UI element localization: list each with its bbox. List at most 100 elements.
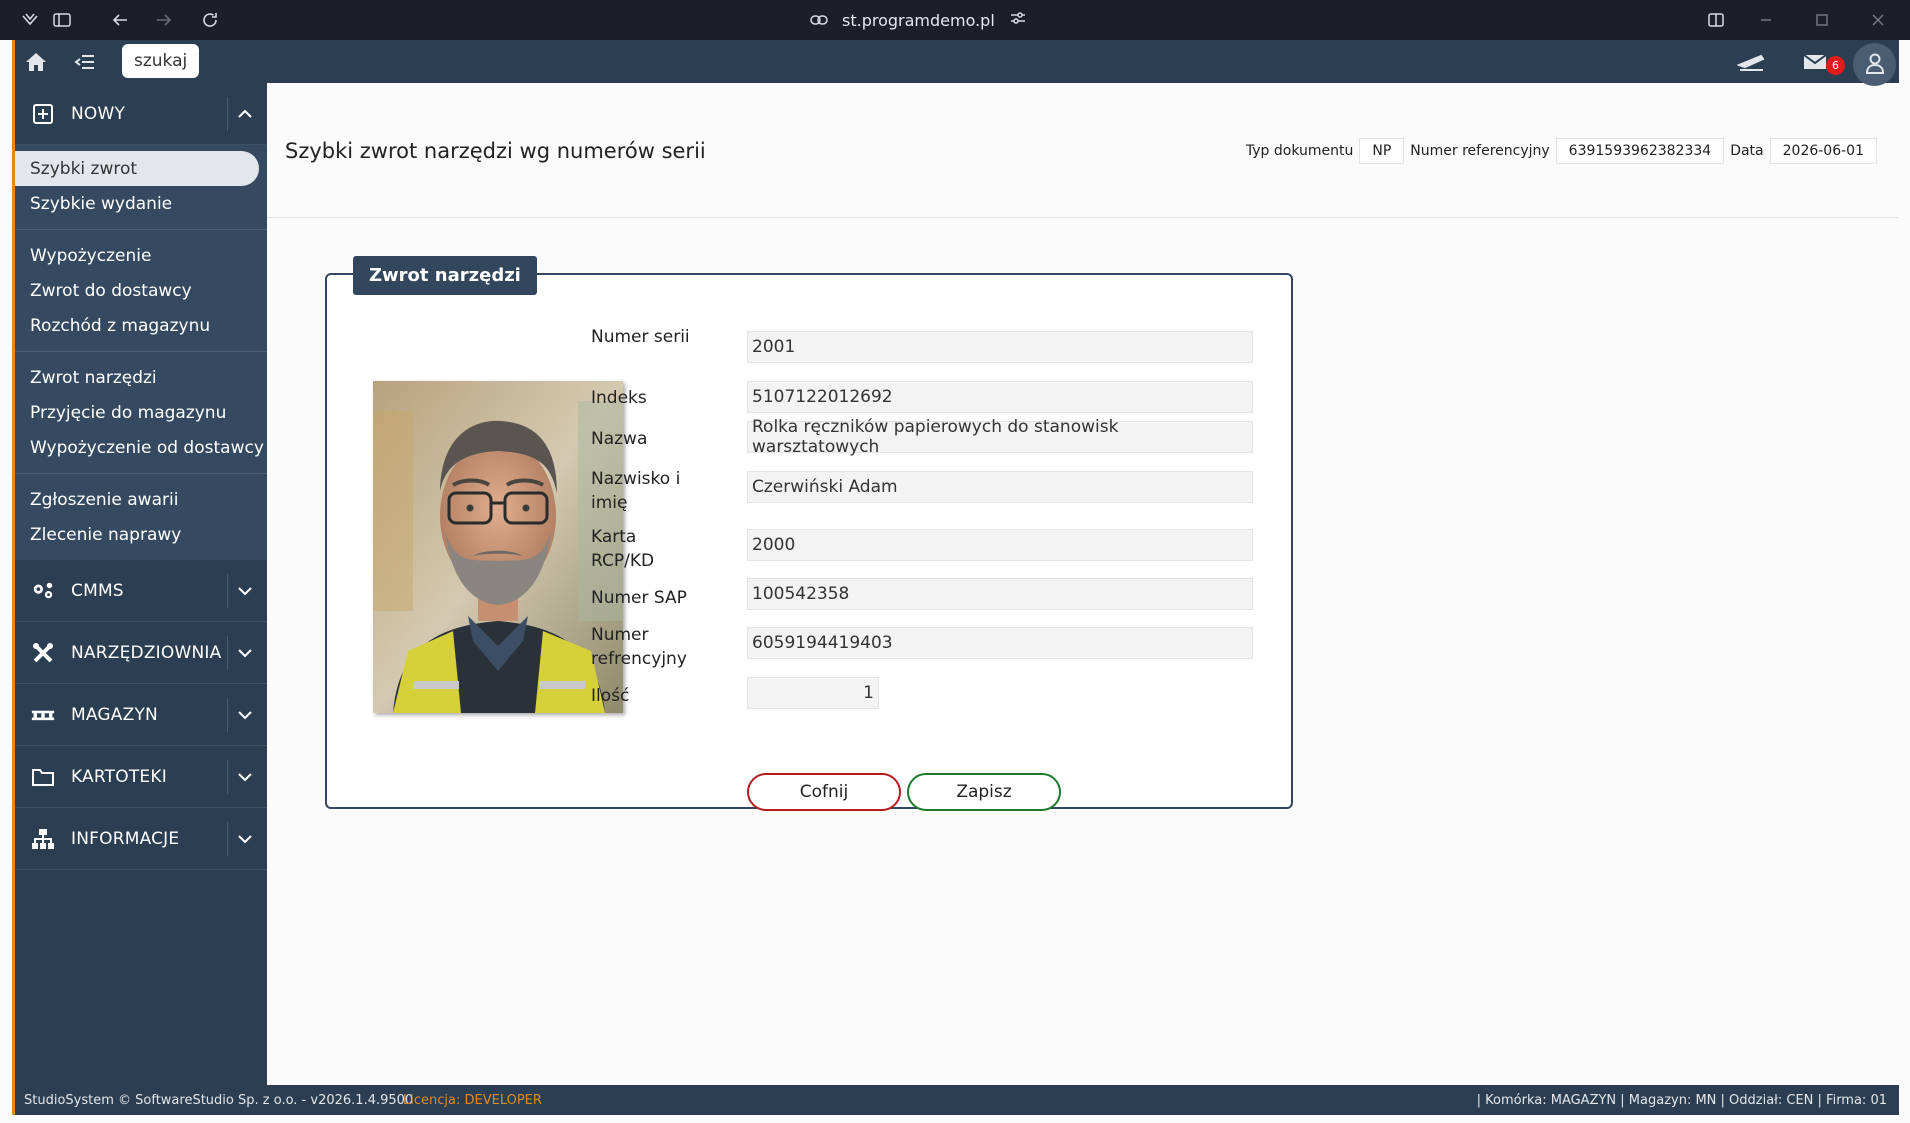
- gears-icon: [31, 579, 55, 603]
- ref-number-label: Numer referencyjny: [1410, 143, 1550, 159]
- serial-number-label: Numer serii: [591, 327, 690, 347]
- pallet-icon: [31, 703, 55, 727]
- sidebar-item-zgloszenie-awarii[interactable]: Zgłoszenie awarii: [15, 482, 267, 517]
- sidebar-section-label: MAGAZYN: [71, 704, 158, 725]
- browser-titlebar: st.programdemo.pl: [0, 0, 1910, 40]
- plane-icon[interactable]: [1737, 48, 1765, 76]
- index-label: Indeks: [591, 388, 647, 408]
- minimize-icon[interactable]: [1754, 8, 1778, 32]
- status-footer: StudioSystem © SoftwareStudio Sp. z o.o.…: [15, 1085, 1899, 1115]
- name-label: Nazwa: [591, 429, 648, 449]
- name-field[interactable]: Rolka ręczników papierowych do stanowisk…: [747, 417, 1253, 457]
- folder-icon: [31, 765, 55, 789]
- person-label: Nazwisko i imię: [591, 469, 681, 513]
- reload-icon[interactable]: [198, 8, 222, 32]
- footer-copyright: StudioSystem © SoftwareStudio Sp. z o.o.…: [24, 1093, 414, 1108]
- sidebar-toggle-icon[interactable]: [50, 8, 74, 32]
- ref-number-field[interactable]: 6059194419403: [747, 627, 1253, 659]
- ref-number-label: Numer refrencyjny: [591, 625, 687, 669]
- app-frame: szukaj 6 NOWY Szybki zwrot Szybkie wydan: [12, 40, 1899, 1115]
- chevron-down-icon[interactable]: [227, 636, 261, 670]
- sidebar-submenu-nowy: Szybki zwrot Szybkie wydanie Wypożyczeni…: [15, 145, 267, 560]
- cancel-button[interactable]: Cofnij: [747, 773, 901, 811]
- user-icon: [1864, 52, 1886, 78]
- sidebar-item-szybkie-wydanie[interactable]: Szybkie wydanie: [15, 186, 267, 221]
- card-label: Karta RCP/KD: [591, 527, 655, 571]
- maximize-icon[interactable]: [1810, 8, 1834, 32]
- sidebar-item-zwrot-narzedzi[interactable]: Zwrot narzędzi: [15, 360, 267, 395]
- sidebar-section-kartoteki[interactable]: KARTOTEKI: [15, 746, 267, 808]
- footer-license: Licencja: DEVELOPER: [403, 1093, 542, 1108]
- main-content: Szybki zwrot narzędzi wg numerów serii T…: [267, 83, 1899, 1085]
- sidebar-item-zwrot-do-dostawcy[interactable]: Zwrot do dostawcy: [15, 273, 267, 308]
- footer-context: | Komórka: MAGAZYN | Magazyn: MN | Oddzi…: [1476, 1093, 1887, 1108]
- chevron-down-icon[interactable]: [227, 698, 261, 732]
- sidebar-item-przyjecie-do-magazynu[interactable]: Przyjęcie do magazynu: [15, 395, 267, 430]
- plus-square-icon: [31, 102, 55, 126]
- chevron-down-icon[interactable]: [227, 574, 261, 608]
- sidebar-section-label: CMMS: [71, 580, 124, 601]
- sidebar-item-szybki-zwrot[interactable]: Szybki zwrot: [15, 151, 259, 186]
- app-topbar: szukaj 6: [15, 40, 1899, 86]
- card-field[interactable]: 2000: [747, 529, 1253, 561]
- chevron-up-icon[interactable]: [227, 97, 261, 131]
- index-field[interactable]: 5107122012692: [747, 381, 1253, 413]
- save-button[interactable]: Zapisz: [907, 773, 1061, 811]
- person-field[interactable]: Czerwiński Adam: [747, 471, 1253, 503]
- sidebar-section-label: INFORMACJE: [71, 828, 180, 849]
- document-header-fields: Typ dokumentu NP Numer referencyjny 6391…: [1246, 138, 1877, 164]
- date-field[interactable]: 2026-06-01: [1769, 138, 1877, 164]
- split-view-icon[interactable]: [1704, 8, 1728, 32]
- url-text[interactable]: st.programdemo.pl: [842, 11, 995, 30]
- browser-logo-icon[interactable]: [18, 8, 42, 32]
- sidebar-section-nowy[interactable]: NOWY: [15, 83, 267, 145]
- close-icon[interactable]: [1866, 8, 1890, 32]
- search-button[interactable]: szukaj: [122, 44, 200, 78]
- sidebar-item-rozchod-z-magazynu[interactable]: Rozchód z magazynu: [15, 308, 267, 343]
- back-icon[interactable]: [108, 8, 132, 32]
- divider: [15, 229, 267, 230]
- sap-number-label: Numer SAP: [591, 588, 687, 608]
- quantity-field[interactable]: 1: [747, 677, 879, 709]
- employee-photo: [373, 381, 623, 713]
- sap-number-field[interactable]: 100542358: [747, 578, 1253, 610]
- panel-legend: Zwrot narzędzi: [353, 256, 537, 295]
- sidebar-item-wypozyczenie-od-dostawcy[interactable]: Wypożyczenie od dostawcy: [15, 430, 267, 465]
- sidebar-section-informacje[interactable]: INFORMACJE: [15, 808, 267, 870]
- home-icon[interactable]: [22, 48, 50, 76]
- sidebar-item-wypozyczenie[interactable]: Wypożyczenie: [15, 238, 267, 273]
- ref-number-field[interactable]: 6391593962382334: [1555, 138, 1725, 164]
- sidebar-item-zlecenie-naprawy[interactable]: Zlecenie naprawy: [15, 517, 267, 552]
- sidebar-section-magazyn[interactable]: MAGAZYN: [15, 684, 267, 746]
- menu-collapse-icon[interactable]: [71, 48, 99, 76]
- divider: [15, 351, 267, 352]
- site-settings-icon[interactable]: [1009, 10, 1027, 30]
- license-label: Licencja:: [403, 1093, 461, 1108]
- sidebar-section-label: KARTOTEKI: [71, 766, 167, 787]
- sidebar-section-cmms[interactable]: CMMS: [15, 560, 267, 622]
- date-label: Data: [1730, 143, 1764, 159]
- tools-icon: [31, 641, 55, 665]
- license-value: DEVELOPER: [464, 1093, 542, 1108]
- sitemap-icon: [31, 827, 55, 851]
- chevron-down-icon[interactable]: [227, 760, 261, 794]
- forward-icon[interactable]: [152, 8, 176, 32]
- serial-number-field[interactable]: 2001: [747, 331, 1253, 363]
- mail-icon[interactable]: [1801, 48, 1829, 76]
- divider: [15, 473, 267, 474]
- link-icon: [810, 11, 828, 30]
- page-title: Szybki zwrot narzędzi wg numerów serii: [285, 139, 706, 163]
- mail-badge: 6: [1826, 56, 1845, 75]
- doc-type-label: Typ dokumentu: [1245, 143, 1354, 159]
- doc-type-field[interactable]: NP: [1359, 138, 1405, 164]
- chevron-down-icon[interactable]: [227, 822, 261, 856]
- sidebar-section-label: NARZĘDZIOWNIA: [71, 642, 222, 663]
- sidebar: NOWY Szybki zwrot Szybkie wydanie Wypoży…: [15, 83, 267, 1085]
- return-panel: Zwrot narzędzi Numer serii 2001 Indeks 5…: [325, 256, 1293, 811]
- sidebar-section-label: NOWY: [71, 103, 126, 124]
- sidebar-section-narzedziownia[interactable]: NARZĘDZIOWNIA: [15, 622, 267, 684]
- address-bar[interactable]: st.programdemo.pl: [810, 8, 1027, 32]
- quantity-label: Ilość: [591, 686, 630, 706]
- divider: [267, 217, 1899, 218]
- user-avatar[interactable]: [1853, 43, 1896, 86]
